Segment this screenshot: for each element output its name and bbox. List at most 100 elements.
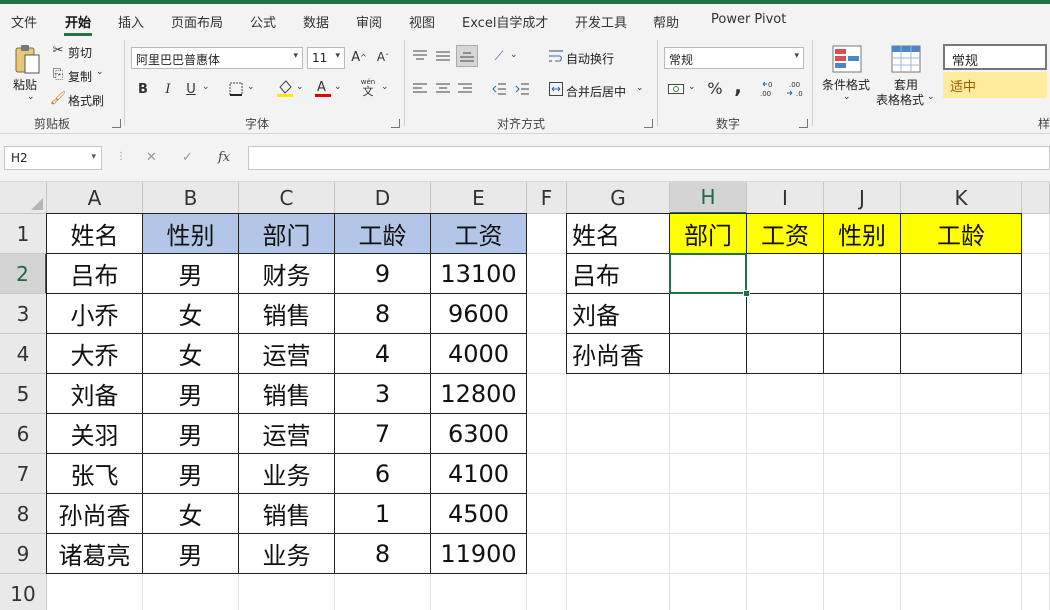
grid-cell[interactable] [1022, 574, 1050, 610]
scissors-icon[interactable]: ✂ [51, 43, 65, 58]
alignment-launcher-icon[interactable] [644, 119, 653, 128]
grid-cell[interactable] [824, 374, 901, 414]
style-neutral[interactable]: 适中 [943, 72, 1047, 98]
table1-cell[interactable]: 3 [334, 373, 431, 414]
column-header-g[interactable]: G [567, 182, 670, 214]
grid-cell[interactable] [431, 574, 527, 610]
table1-cell[interactable]: 12800 [430, 373, 527, 414]
row-header-2[interactable]: 2 [0, 254, 47, 294]
grid-cell[interactable] [670, 494, 747, 534]
column-header-f[interactable]: F [527, 182, 567, 214]
table1-cell[interactable]: 11900 [430, 533, 527, 574]
grid-cell[interactable] [670, 414, 747, 454]
grid-cell[interactable] [1022, 294, 1050, 334]
font-name-select[interactable]: 阿里巴巴普惠体 ▾ [131, 47, 303, 69]
select-all-button[interactable] [0, 182, 47, 214]
align-top-icon[interactable] [411, 47, 429, 65]
copy-button[interactable]: 复制 [68, 68, 92, 85]
increase-indent-icon[interactable] [513, 80, 531, 98]
number-format-select[interactable]: 常规 ▾ [664, 47, 804, 69]
grid-cell[interactable] [1022, 454, 1050, 494]
paste-dropdown-icon[interactable]: ⌄ [27, 92, 35, 102]
underline-button[interactable]: U [183, 80, 199, 98]
underline-dropdown-icon[interactable]: ⌄ [202, 82, 210, 92]
grid-cell[interactable] [901, 574, 1022, 610]
table1-cell[interactable]: 6 [334, 453, 431, 494]
row-header-1[interactable]: 1 [0, 214, 47, 254]
table2-input-cell[interactable] [823, 293, 901, 334]
conditional-dropdown-icon[interactable]: ⌄ [843, 92, 851, 102]
table2-input-cell[interactable] [746, 293, 824, 334]
grid-cell[interactable] [567, 494, 670, 534]
phonetic-guide-icon[interactable]: wén 文 [359, 76, 377, 98]
table1-cell[interactable]: 7 [334, 413, 431, 454]
row-header-10[interactable]: 10 [0, 574, 47, 610]
row-header-4[interactable]: 4 [0, 334, 47, 374]
borders-dropdown-icon[interactable]: ⌄ [247, 82, 255, 92]
table1-cell[interactable]: 孙尚香 [46, 493, 143, 534]
grid-cell[interactable] [567, 374, 670, 414]
fill-handle[interactable] [743, 290, 750, 297]
enter-icon[interactable]: ✓ [182, 150, 193, 165]
grid-cell[interactable] [901, 534, 1022, 574]
grid-cell[interactable] [527, 454, 567, 494]
borders-icon[interactable] [227, 80, 245, 98]
table2-name-cell[interactable]: 吕布 [566, 253, 670, 294]
grid-cell[interactable] [1022, 374, 1050, 414]
table1-cell[interactable]: 男 [142, 413, 239, 454]
grid-cell[interactable] [527, 334, 567, 374]
align-left-icon[interactable] [411, 80, 429, 98]
conditional-formatting-button[interactable]: 条件格式 [822, 76, 870, 93]
font-size-select[interactable]: 11 ▾ [307, 47, 345, 69]
column-header-d[interactable]: D [335, 182, 431, 214]
tab-file[interactable]: 文件 [11, 12, 37, 31]
format-painter-button[interactable]: 格式刷 [68, 92, 104, 109]
table1-cell[interactable]: 销售 [238, 293, 335, 334]
format-as-table-line2[interactable]: 表格格式 [876, 91, 924, 108]
paste-label[interactable]: 粘贴 [13, 76, 37, 93]
cancel-icon[interactable]: ✕ [146, 150, 157, 165]
table1-cell[interactable]: 男 [142, 253, 239, 294]
table1-cell[interactable]: 1 [334, 493, 431, 534]
tab-home[interactable]: 开始 [65, 12, 91, 31]
table1-cell[interactable]: 运营 [238, 413, 335, 454]
table1-cell[interactable]: 8 [334, 533, 431, 574]
grid-cell[interactable] [747, 574, 824, 610]
table1-cell[interactable]: 4000 [430, 333, 527, 374]
table1-cell[interactable]: 运营 [238, 333, 335, 374]
grid-cell[interactable] [527, 214, 567, 254]
grid-cell[interactable] [527, 374, 567, 414]
table1-cell[interactable]: 业务 [238, 533, 335, 574]
row-header-9[interactable]: 9 [0, 534, 47, 574]
grid-cell[interactable] [670, 534, 747, 574]
clipboard-launcher-icon[interactable] [112, 119, 121, 128]
tab-insert[interactable]: 插入 [118, 12, 144, 31]
style-normal[interactable]: 常规 [943, 44, 1047, 70]
table1-cell[interactable]: 男 [142, 373, 239, 414]
increase-decimal-icon[interactable]: 0.00 [760, 79, 780, 99]
row-header-6[interactable]: 6 [0, 414, 47, 454]
grid-cell[interactable] [670, 454, 747, 494]
grid-cell[interactable] [567, 414, 670, 454]
accounting-format-icon[interactable] [667, 80, 685, 98]
accounting-dropdown-icon[interactable]: ⌄ [688, 82, 696, 92]
align-middle-icon[interactable] [434, 47, 452, 65]
copy-dropdown-icon[interactable]: ⌄ [96, 67, 104, 77]
column-header-b[interactable]: B [143, 182, 239, 214]
table1-cell[interactable]: 女 [142, 493, 239, 534]
tab-view[interactable]: 视图 [409, 12, 435, 31]
grid-cell[interactable] [239, 574, 335, 610]
table2-input-cell[interactable] [746, 253, 824, 294]
table1-cell[interactable]: 刘备 [46, 373, 143, 414]
grid-cell[interactable] [747, 494, 824, 534]
column-header-a[interactable]: A [47, 182, 143, 214]
table1-cell[interactable]: 关羽 [46, 413, 143, 454]
tab-data[interactable]: 数据 [303, 12, 329, 31]
fill-color-dropdown-icon[interactable]: ⌄ [296, 82, 304, 92]
orientation-dropdown-icon[interactable]: ⌄ [510, 50, 518, 60]
wrap-text-icon[interactable] [548, 47, 564, 65]
font-launcher-icon[interactable] [391, 119, 400, 128]
table1-cell[interactable]: 吕布 [46, 253, 143, 294]
formula-input[interactable] [248, 146, 1050, 170]
table1-cell[interactable]: 9 [334, 253, 431, 294]
